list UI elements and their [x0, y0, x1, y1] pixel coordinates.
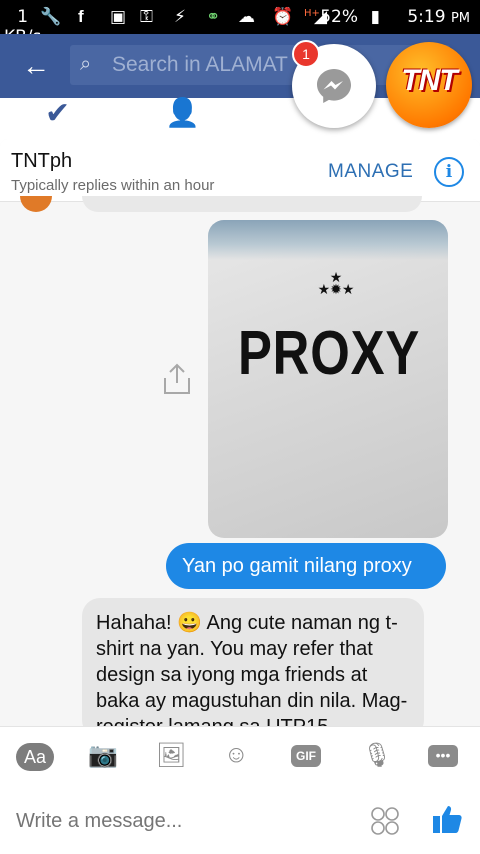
- usb-icon: ⚡: [174, 7, 186, 27]
- clock-time: 5:19: [407, 7, 446, 27]
- facebook-icon: f: [78, 7, 84, 26]
- back-arrow-icon[interactable]: ←: [22, 50, 50, 82]
- status-bar: 1 KB/s 🔧 f ▣ ⚿ ⚡ ⚭ ☁ ⏰ H+ ◢ 52% ▮ 5:19 P…: [0, 0, 480, 47]
- page-name[interactable]: TNTph: [11, 150, 72, 173]
- check-icon[interactable]: ✔: [45, 96, 70, 131]
- info-icon[interactable]: i: [434, 157, 464, 187]
- search-placeholder: Search in ALAMAT: [112, 53, 288, 76]
- sticker-icon[interactable]: [370, 806, 400, 836]
- gallery-icon[interactable]: 🖼: [156, 741, 186, 770]
- thumbs-up-icon[interactable]: [430, 802, 464, 836]
- gif-button[interactable]: GIF: [291, 745, 321, 767]
- manage-button[interactable]: MANAGE: [328, 161, 413, 183]
- battery-level: 52%: [320, 7, 358, 27]
- received-message-text: Hahaha! 😀 Ang cute naman ng t-shirt na y…: [96, 612, 408, 738]
- share-icon[interactable]: [162, 362, 192, 396]
- messenger-icon: [317, 69, 351, 103]
- previous-message-bubble: [82, 196, 422, 212]
- alarm-icon: ⏰: [272, 7, 294, 27]
- photo-shirt-collar: [208, 220, 448, 260]
- reply-time: Typically replies within an hour: [11, 177, 215, 194]
- link-icon: ⚭: [206, 7, 221, 27]
- more-icon[interactable]: •••: [428, 745, 458, 767]
- sent-message-text: Yan po gamit nilang proxy: [182, 555, 412, 577]
- photo-shirt-text: PROXY: [237, 319, 421, 388]
- emoji-icon[interactable]: ☺: [224, 741, 249, 769]
- clock: 5:19 PM: [407, 7, 470, 29]
- mic-icon[interactable]: 🎙: [362, 741, 392, 770]
- text-format-button[interactable]: Aa: [16, 743, 54, 771]
- add-user-icon[interactable]: 👤: [165, 96, 200, 129]
- camera-icon[interactable]: 📷: [88, 741, 118, 770]
- key-icon: ⚿: [140, 7, 153, 27]
- battery-icon: ▮: [370, 7, 380, 27]
- photo-stars-emblem: ★ ★✹★: [317, 270, 355, 298]
- notification-badge: 1: [292, 40, 320, 68]
- search-icon: ⌕: [80, 53, 92, 75]
- speed-value: 1: [17, 7, 29, 27]
- image-icon: ▣: [110, 7, 127, 27]
- tnt-logo: TNT: [401, 64, 457, 97]
- wrench-icon: 🔧: [40, 7, 62, 27]
- clock-ampm: PM: [450, 11, 470, 26]
- message-input[interactable]: [16, 810, 346, 833]
- cloud-icon: ☁: [238, 7, 255, 27]
